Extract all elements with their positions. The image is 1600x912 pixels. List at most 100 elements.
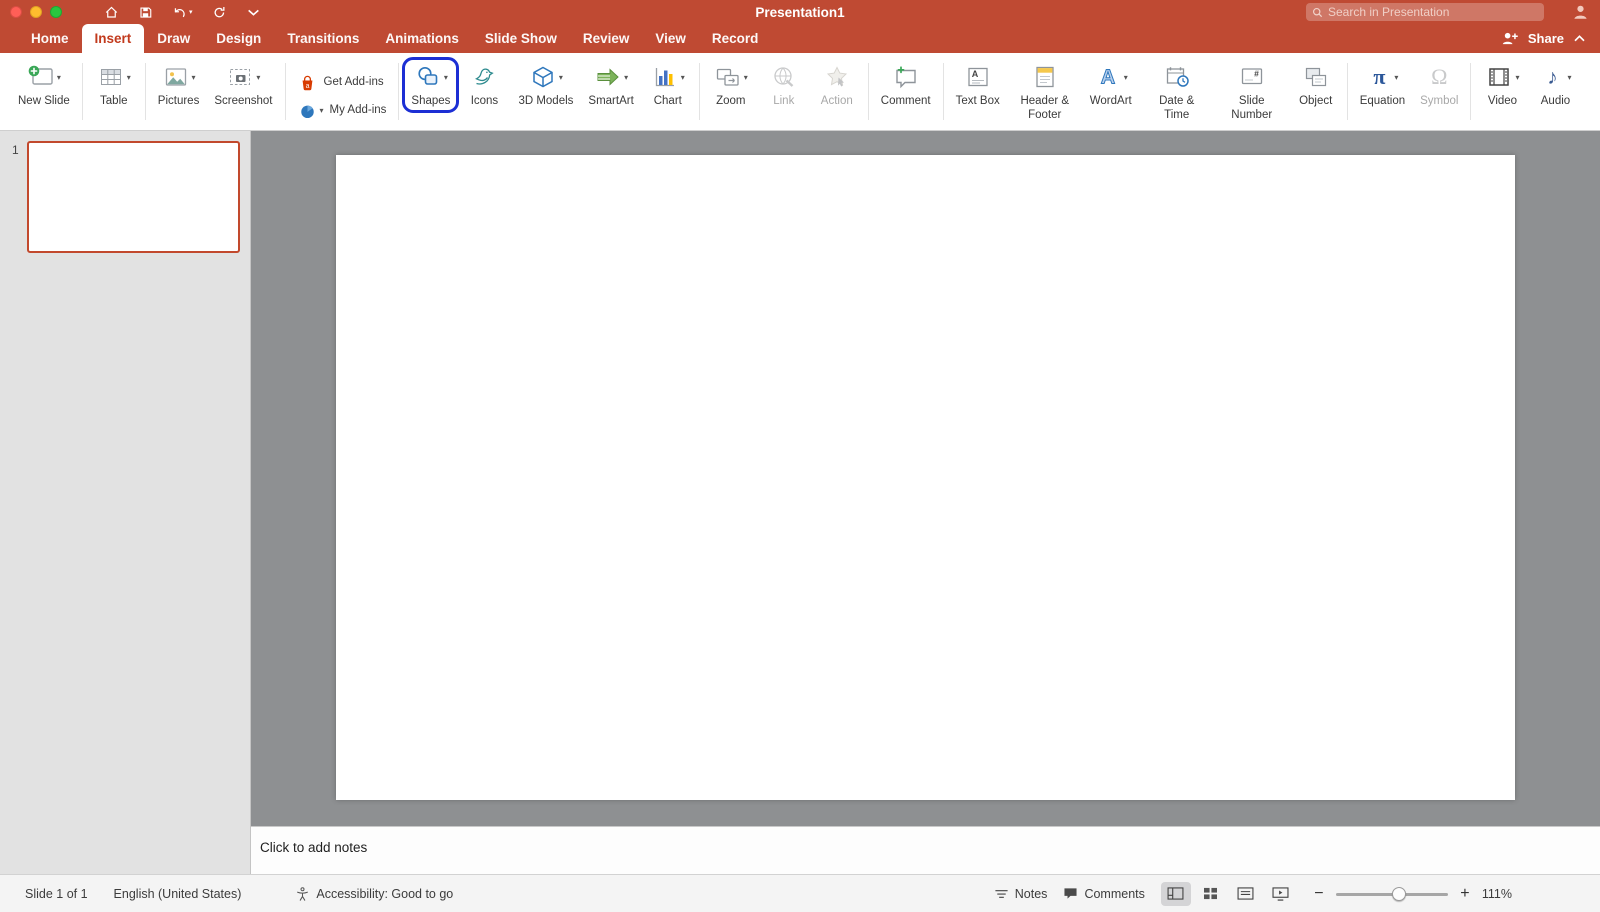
ribbon-button-iconrow: A▾ — [1094, 62, 1128, 92]
tab-slide-show[interactable]: Slide Show — [472, 24, 570, 53]
collapse-ribbon-icon[interactable] — [1573, 34, 1586, 43]
ribbon-button-shapes[interactable]: ▾Shapes — [408, 61, 453, 110]
ribbon-button-my-add-ins[interactable]: ▾My Add-ins — [298, 101, 387, 121]
chevron-down-icon[interactable]: ▾ — [192, 73, 196, 82]
chevron-down-icon[interactable]: ▾ — [444, 73, 448, 82]
ribbon-button-zoom[interactable]: ▾Zoom — [709, 61, 753, 110]
minimize-window-button[interactable] — [30, 6, 42, 18]
home-icon[interactable] — [104, 5, 119, 20]
chevron-down-icon[interactable]: ▾ — [1515, 73, 1519, 82]
search-input[interactable] — [1328, 5, 1538, 19]
symbol-icon: Ω — [1426, 62, 1452, 92]
fullscreen-window-button[interactable] — [50, 6, 62, 18]
language-indicator[interactable]: English (United States) — [114, 887, 242, 901]
ribbon-group-illustrations: ▾ShapesIcons▾3D Models▾SmartArt▾Chart — [399, 59, 698, 130]
ribbon-button-iconrow: # — [1238, 62, 1266, 92]
ribbon-button-icons[interactable]: Icons — [462, 61, 506, 110]
accessibility-status[interactable]: Accessibility: Good to go — [295, 886, 453, 902]
ribbon-button-pictures[interactable]: ▾ Pictures — [155, 61, 203, 110]
zoom-in-button[interactable]: + — [1458, 885, 1472, 903]
chevron-down-icon[interactable]: ▾ — [1394, 73, 1398, 82]
zoom-slider-knob[interactable] — [1392, 887, 1406, 901]
chevron-down-icon[interactable]: ▾ — [320, 106, 324, 115]
tab-design[interactable]: Design — [203, 24, 274, 53]
ribbon-button-new-slide[interactable]: ▾New Slide — [15, 61, 73, 110]
ribbon-button-object[interactable]: Object — [1294, 61, 1338, 110]
chevron-down-icon[interactable]: ▾ — [1124, 73, 1128, 82]
slide-canvas[interactable] — [336, 155, 1515, 800]
ribbon-button-chart[interactable]: ▾Chart — [646, 61, 690, 110]
reading-view-button[interactable] — [1231, 882, 1261, 906]
close-window-button[interactable] — [10, 6, 22, 18]
undo-button[interactable]: ▾ — [172, 5, 193, 20]
notes-toggle-button[interactable]: Notes — [994, 887, 1048, 901]
zoom-out-button[interactable]: − — [1312, 885, 1326, 903]
chevron-down-icon[interactable]: ▾ — [559, 73, 563, 82]
chevron-down-icon[interactable]: ▾ — [744, 73, 748, 82]
ribbon-button-text-box[interactable]: AText Box — [953, 61, 1003, 110]
ribbon-button-audio[interactable]: ♪▾Audio — [1533, 61, 1577, 110]
ribbon-button-video[interactable]: ▾ Video — [1480, 61, 1524, 110]
chart-icon — [651, 62, 679, 92]
ribbon-button-label: Pictures — [158, 95, 200, 109]
slide-thumbnail[interactable] — [27, 141, 240, 253]
tab-home[interactable]: Home — [18, 24, 82, 53]
ribbon-button-iconrow: ▾ — [714, 62, 748, 92]
ribbon-tab-bar: HomeInsertDrawDesignTransitionsAnimation… — [0, 24, 1600, 53]
comments-toggle-label: Comments — [1084, 887, 1144, 901]
comments-toggle-button[interactable]: Comments — [1063, 887, 1144, 901]
chevron-down-icon[interactable]: ▾ — [256, 73, 260, 82]
tab-insert[interactable]: Insert — [82, 24, 145, 53]
ribbon-button-label: WordArt — [1090, 95, 1132, 109]
tab-view[interactable]: View — [642, 24, 699, 53]
redo-button[interactable] — [212, 5, 227, 20]
ribbon-button-wordart[interactable]: A▾ WordArt — [1087, 61, 1135, 110]
ribbon-button-iconrow: ▾ — [594, 62, 628, 92]
tab-record[interactable]: Record — [699, 24, 772, 53]
ribbon-button-date-time[interactable]: Date & Time — [1144, 61, 1210, 123]
ribbon-button-header-footer[interactable]: Header & Footer — [1012, 61, 1078, 123]
ribbon-group-images: ▾ Pictures ▾Screenshot — [146, 59, 285, 130]
content-area: 1 Click to add notes — [0, 131, 1600, 874]
search-box[interactable] — [1306, 3, 1544, 21]
slide-indicator[interactable]: Slide 1 of 1 — [25, 887, 88, 901]
chevron-down-icon[interactable]: ▾ — [1567, 73, 1571, 82]
pictures-icon — [162, 62, 190, 92]
ribbon-button-comment[interactable]: Comment — [878, 61, 934, 110]
ribbon-button-label: Video — [1488, 95, 1517, 109]
slideshow-button[interactable] — [1266, 882, 1296, 906]
tab-review[interactable]: Review — [570, 24, 643, 53]
tab-transitions[interactable]: Transitions — [274, 24, 372, 53]
zoom-slider[interactable] — [1336, 887, 1448, 901]
notes-pane[interactable]: Click to add notes — [251, 826, 1600, 874]
chevron-down-icon[interactable]: ▾ — [681, 73, 685, 82]
zoom-level[interactable]: 111% — [1482, 887, 1512, 901]
save-icon[interactable] — [138, 5, 153, 20]
comments-icon — [1063, 887, 1078, 900]
ribbon-button-smartart[interactable]: ▾SmartArt — [585, 61, 636, 110]
share-button[interactable]: Share — [1528, 31, 1564, 46]
ribbon-button-table[interactable]: ▾Table — [92, 61, 136, 110]
chevron-down-icon[interactable]: ▾ — [624, 73, 628, 82]
slide-sorter-view-button[interactable] — [1196, 882, 1226, 906]
ribbon-group-add-ins: aGet Add-ins ▾My Add-ins — [286, 59, 399, 130]
tab-animations[interactable]: Animations — [372, 24, 472, 53]
normal-view-button[interactable] — [1161, 882, 1191, 906]
ribbon-button-slide-number[interactable]: #Slide Number — [1219, 61, 1285, 123]
ribbon-button-label: Text Box — [956, 95, 1000, 109]
ribbon-button-get-add-ins[interactable]: aGet Add-ins — [298, 73, 384, 93]
undo-dropdown-icon[interactable]: ▾ — [189, 8, 193, 16]
icons-icon — [470, 62, 498, 92]
ribbon-button-iconrow: ♪▾ — [1539, 62, 1571, 92]
account-icon[interactable] — [1571, 2, 1590, 26]
ribbon-button-action: Action — [815, 61, 859, 110]
customize-toolbar-icon[interactable] — [246, 5, 261, 20]
chevron-down-icon[interactable]: ▾ — [57, 73, 61, 82]
ribbon-button-iconrow: ▾ — [226, 62, 260, 92]
ribbon-button-3d-models[interactable]: ▾3D Models — [515, 61, 576, 110]
ribbon-group-text: AText BoxHeader & Footer A▾ WordArt Date & … — [944, 59, 1347, 130]
ribbon-button-equation[interactable]: π▾Equation — [1357, 61, 1408, 110]
tab-draw[interactable]: Draw — [144, 24, 203, 53]
chevron-down-icon[interactable]: ▾ — [127, 73, 131, 82]
ribbon-button-screenshot[interactable]: ▾Screenshot — [211, 61, 275, 110]
